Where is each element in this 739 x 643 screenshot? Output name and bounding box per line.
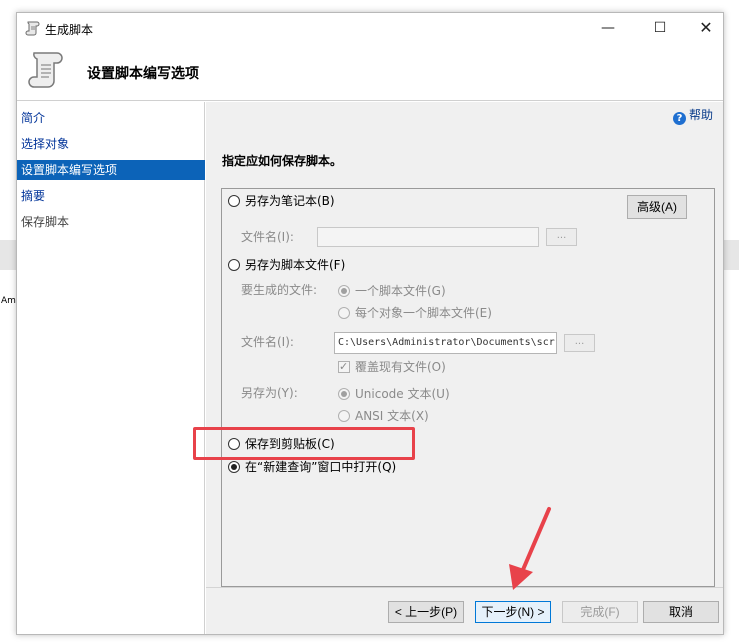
sidebar-item-summary[interactable]: 摘要 <box>17 186 205 206</box>
notebook-filename-input <box>317 227 539 247</box>
radio-label: 每个对象一个脚本文件(E) <box>355 306 492 320</box>
title-bar[interactable]: 生成脚本 — ☐ ✕ <box>17 13 723 43</box>
radio-dot <box>338 410 350 422</box>
advanced-button[interactable]: 高级(A) <box>627 195 687 219</box>
radio-save-as-script-file[interactable]: 另存为脚本文件(F) <box>228 257 345 273</box>
background-strip-left <box>0 240 16 270</box>
sidebar-item-save-scripts: 保存脚本 <box>21 215 70 229</box>
radio-label: ANSI 文本(X) <box>355 409 429 423</box>
script-filename-input: C:\Users\Administrator\Documents\scr <box>334 332 557 354</box>
maximize-button[interactable]: ☐ <box>637 13 683 43</box>
script-scroll-icon <box>28 52 63 88</box>
radio-single-script-file: 一个脚本文件(G) <box>338 283 446 299</box>
background-text-fragment: Am <box>1 296 16 306</box>
radio-dot <box>228 461 240 473</box>
sidebar-item-introduction[interactable]: 简介 <box>17 108 205 128</box>
background-strip-right <box>723 240 739 270</box>
wizard-footer: < 上一步(P) 下一步(N) > 完成(F) 取消 <box>206 587 723 634</box>
notebook-filename-label: 文件名(I): <box>241 230 294 244</box>
radio-label: 一个脚本文件(G) <box>355 284 446 298</box>
radio-dot <box>338 388 350 400</box>
radio-dot <box>228 195 240 207</box>
radio-unicode-text: Unicode 文本(U) <box>338 386 450 402</box>
page-header: 设置脚本编写选项 <box>17 43 723 101</box>
save-options-group: 另存为笔记本(B) 高级(A) 文件名(I): ... 另存为脚本文件(F) 要… <box>221 188 715 587</box>
radio-label: 另存为笔记本(B) <box>245 194 335 208</box>
script-filename-label: 文件名(I): <box>241 335 294 349</box>
radio-label: 另存为脚本文件(F) <box>245 258 346 272</box>
annotation-highlight-box <box>193 427 415 460</box>
sidebar-item-scripting-options[interactable]: 设置脚本编写选项 <box>17 160 205 180</box>
radio-dot <box>228 259 240 271</box>
radio-file-per-object: 每个对象一个脚本文件(E) <box>338 305 492 321</box>
previous-button[interactable]: < 上一步(P) <box>388 601 464 623</box>
radio-ansi-text: ANSI 文本(X) <box>338 408 429 424</box>
radio-label: Unicode 文本(U) <box>355 387 450 401</box>
radio-label: 在“新建查询”窗口中打开(Q) <box>245 460 397 474</box>
notebook-browse-button: ... <box>546 228 577 246</box>
wizard-steps-sidebar: 简介 选择对象 设置脚本编写选项 摘要 保存脚本 <box>17 102 205 634</box>
radio-dot <box>338 307 350 319</box>
finish-button: 完成(F) <box>562 601 638 623</box>
script-scroll-icon <box>25 21 40 36</box>
page-title: 设置脚本编写选项 <box>87 66 199 82</box>
cancel-button[interactable]: 取消 <box>643 601 719 623</box>
radio-open-in-new-query-window[interactable]: 在“新建查询”窗口中打开(Q) <box>228 459 396 475</box>
help-icon: ? <box>672 112 686 125</box>
close-button[interactable]: ✕ <box>683 13 729 43</box>
radio-dot <box>338 285 350 297</box>
sidebar-item-choose-objects[interactable]: 选择对象 <box>17 134 205 154</box>
help-label: 帮助 <box>688 108 713 122</box>
save-as-encoding-label: 另存为(Y): <box>241 386 298 400</box>
save-prompt: 指定应如何保存脚本。 <box>222 154 343 168</box>
help-link[interactable]: ? 帮助 <box>672 106 713 125</box>
options-panel: ? 帮助 指定应如何保存脚本。 另存为笔记本(B) 高级(A) 文件名(I): .… <box>206 102 723 587</box>
minimize-button[interactable]: — <box>585 13 631 43</box>
next-button[interactable]: 下一步(N) > <box>475 601 551 623</box>
checkbox-label: 覆盖现有文件(O) <box>355 360 446 374</box>
overwrite-checkbox: 覆盖现有文件(O) <box>338 359 446 375</box>
script-browse-button: ... <box>564 334 595 352</box>
window-title: 生成脚本 <box>45 23 94 37</box>
radio-save-as-notebook[interactable]: 另存为笔记本(B) <box>228 193 335 209</box>
files-to-generate-label: 要生成的文件: <box>241 283 318 297</box>
checkbox-box <box>338 359 350 375</box>
generate-scripts-dialog: 生成脚本 — ☐ ✕ 设置脚本编写选项 简介 选择对象 设置脚本编写选项 摘要 … <box>16 12 724 635</box>
